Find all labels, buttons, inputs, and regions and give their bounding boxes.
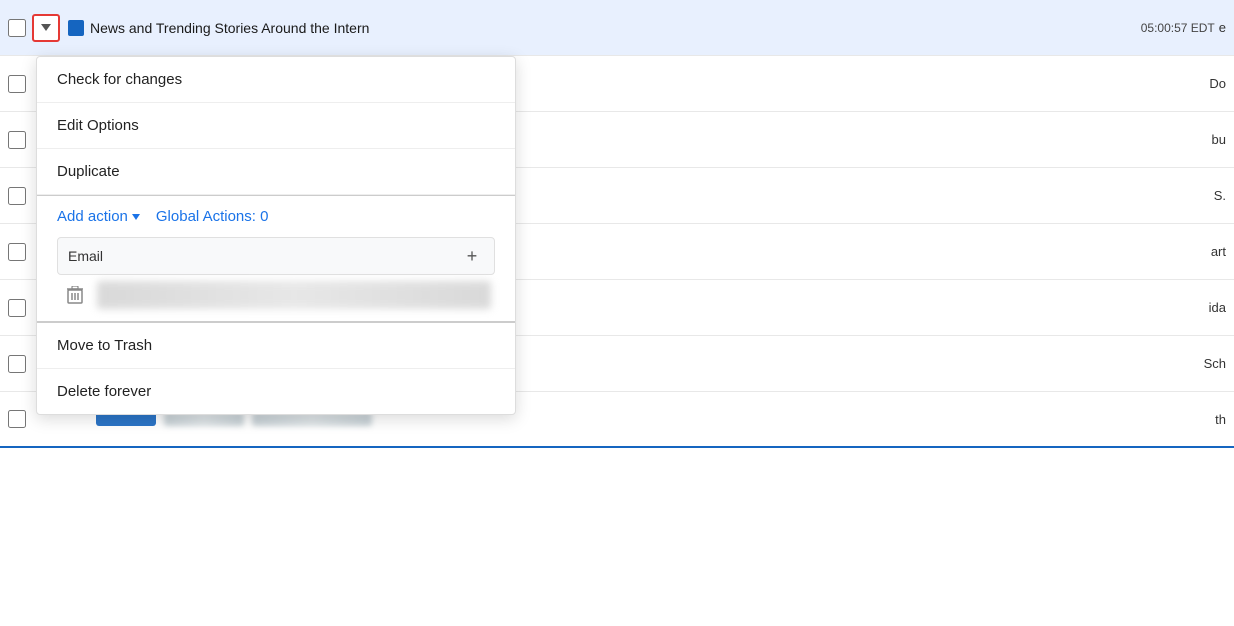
row-checkbox[interactable] <box>8 131 26 149</box>
add-email-button[interactable]: + <box>460 244 484 268</box>
row-suffix: S. <box>1214 188 1226 203</box>
row-suffix: th <box>1215 412 1226 427</box>
actions-header: Add action Global Actions: 0 <box>57 208 495 225</box>
row-time: 05:00:57 EDT <box>1141 21 1215 35</box>
row-suffix: Sch <box>1204 356 1226 371</box>
global-actions-label: Global Actions: 0 <box>156 208 269 225</box>
menu-item-check-changes[interactable]: Check for changes <box>37 57 515 103</box>
dropdown-menu: Check for changes Edit Options Duplicate… <box>36 56 516 415</box>
menu-item-delete-forever[interactable]: Delete forever <box>37 369 515 414</box>
row-suffix: ida <box>1209 300 1226 315</box>
add-action-label: Add action <box>57 208 128 225</box>
row-checkbox[interactable] <box>8 410 26 428</box>
row-checkbox-first[interactable] <box>8 19 26 37</box>
dropdown-arrow-icon <box>41 24 51 31</box>
delete-email-button[interactable] <box>61 281 89 309</box>
row-checkbox[interactable] <box>8 299 26 317</box>
menu-item-edit-options[interactable]: Edit Options <box>37 103 515 149</box>
email-value-blurred <box>97 281 491 309</box>
menu-item-duplicate[interactable]: Duplicate <box>37 149 515 195</box>
add-action-button[interactable]: Add action <box>57 208 140 225</box>
row-checkbox[interactable] <box>8 355 26 373</box>
email-action-label: Email <box>68 248 452 264</box>
add-action-chevron-icon <box>132 214 140 220</box>
actions-section: Add action Global Actions: 0 Email + <box>37 196 515 322</box>
row-favicon-icon <box>68 20 84 36</box>
trash-icon <box>67 286 83 304</box>
dropdown-trigger-button[interactable] <box>32 14 60 42</box>
row-title: News and Trending Stories Around the Int… <box>90 20 1131 36</box>
row-checkbox[interactable] <box>8 243 26 261</box>
row-checkbox[interactable] <box>8 75 26 93</box>
row-suffix: bu <box>1212 132 1226 147</box>
row-suffix: art <box>1211 244 1226 259</box>
menu-item-move-to-trash[interactable]: Move to Trash <box>37 323 515 369</box>
row-suffix: Do <box>1209 76 1226 91</box>
row-suffix: e <box>1219 20 1226 35</box>
email-row-first[interactable]: News and Trending Stories Around the Int… <box>0 0 1234 56</box>
email-action-row: Email + <box>57 237 495 275</box>
email-sub-row <box>57 281 495 309</box>
row-checkbox[interactable] <box>8 187 26 205</box>
